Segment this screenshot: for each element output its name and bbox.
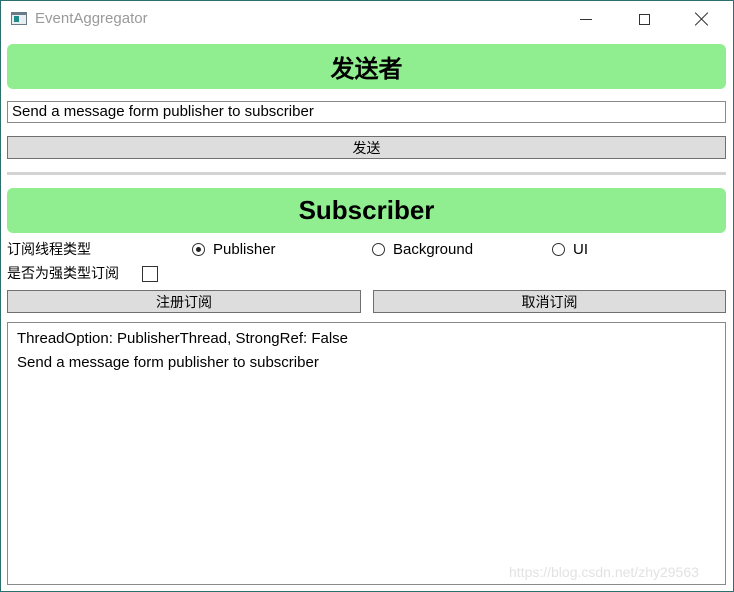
send-button[interactable]: 发送 — [7, 136, 726, 159]
radio-ui-label: UI — [573, 241, 588, 258]
register-subscription-button[interactable]: 注册订阅 — [7, 290, 361, 313]
unsubscribe-button[interactable]: 取消订阅 — [373, 290, 726, 313]
strong-ref-checkbox[interactable] — [142, 266, 158, 282]
app-window: EventAggregator 发送者 Send a message form … — [0, 0, 734, 592]
message-input[interactable]: Send a message form publisher to subscri… — [7, 101, 726, 123]
title-bar[interactable]: EventAggregator — [1, 1, 733, 37]
log-line: Send a message form publisher to subscri… — [17, 354, 319, 371]
minimize-icon — [580, 18, 592, 20]
subscriber-header: Subscriber — [7, 188, 726, 233]
app-window-icon — [11, 12, 27, 25]
maximize-button[interactable] — [621, 1, 667, 37]
watermark-text: https://blog.csdn.net/zhy29563 — [509, 564, 699, 580]
log-output[interactable]: ThreadOption: PublisherThread, StrongRef… — [7, 322, 726, 585]
thread-type-label: 订阅线程类型 — [7, 242, 91, 258]
close-button[interactable] — [679, 1, 725, 37]
radio-background[interactable]: Background — [372, 241, 473, 258]
minimize-button[interactable] — [563, 1, 609, 37]
strong-ref-label: 是否为强类型订阅 — [7, 266, 119, 282]
radio-ui[interactable]: UI — [552, 241, 588, 258]
radio-unchecked-icon[interactable] — [552, 243, 565, 256]
window-title: EventAggregator — [35, 10, 148, 27]
radio-publisher-label: Publisher — [213, 241, 276, 258]
log-line: ThreadOption: PublisherThread, StrongRef… — [17, 330, 349, 347]
radio-publisher[interactable]: Publisher — [192, 241, 276, 258]
radio-unchecked-icon[interactable] — [372, 243, 385, 256]
sender-header: 发送者 — [7, 44, 726, 89]
maximize-icon — [638, 13, 650, 25]
section-separator — [7, 172, 726, 175]
radio-checked-icon[interactable] — [192, 243, 205, 256]
radio-background-label: Background — [393, 241, 474, 258]
close-icon — [695, 12, 709, 26]
